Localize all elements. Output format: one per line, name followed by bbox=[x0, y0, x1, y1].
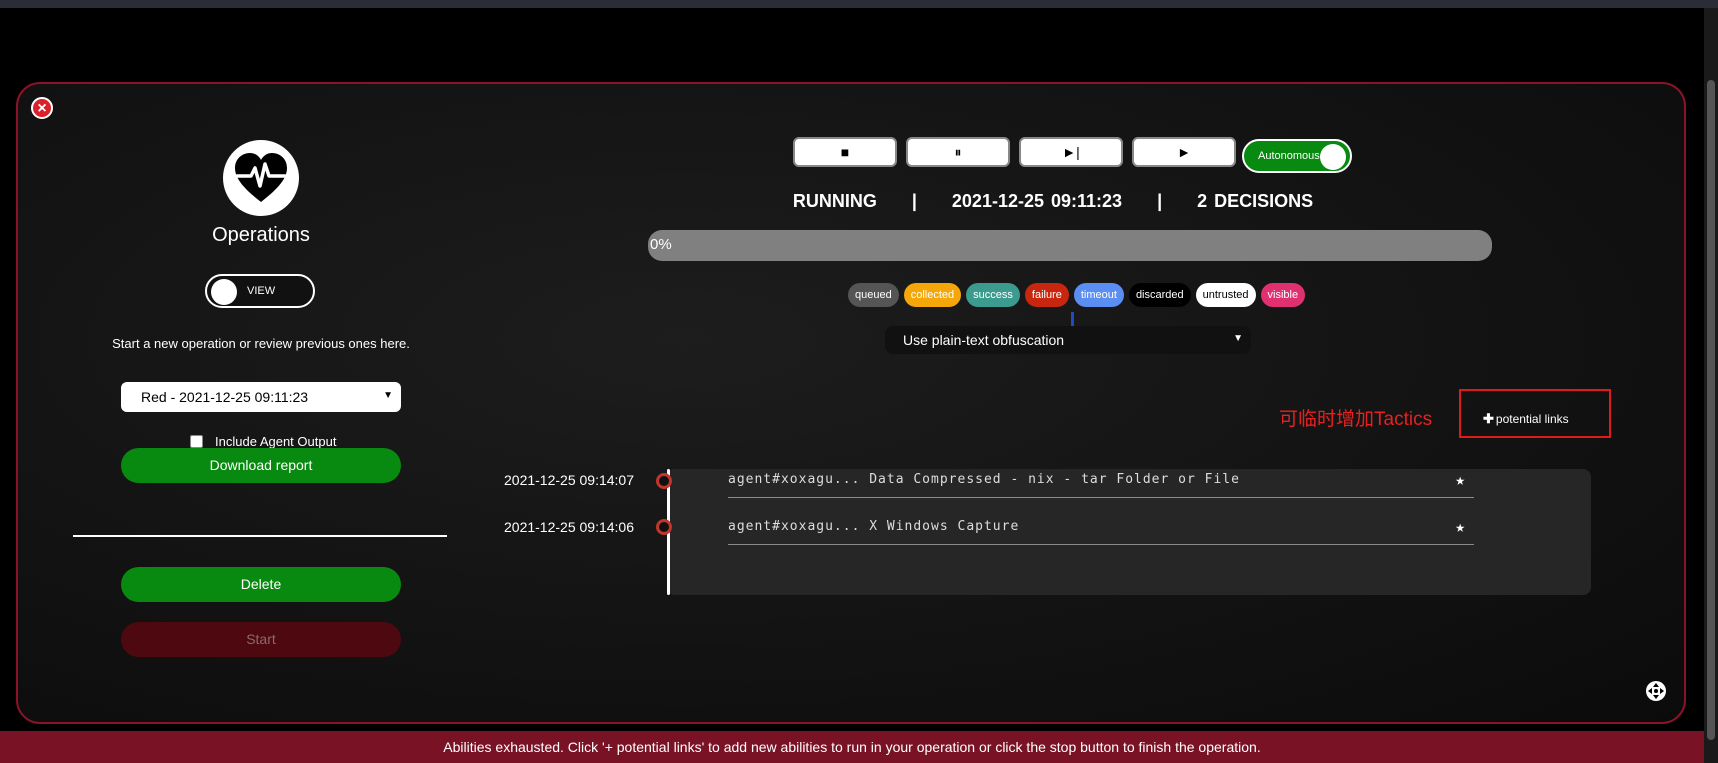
step-icon: ►| bbox=[1062, 144, 1080, 160]
toggle-knob bbox=[211, 279, 237, 305]
page-title: Operations bbox=[212, 224, 310, 246]
scrollbar[interactable] bbox=[1704, 8, 1718, 763]
annotation-highlight-box: ✚ potential links bbox=[1459, 389, 1611, 438]
operation-status: RUNNING | 2021-12-25 09:11:23 | 2 DECISI… bbox=[668, 191, 1438, 212]
operation-select-value: Red - 2021-12-25 09:11:23 bbox=[141, 389, 309, 405]
operation-select[interactable]: Red - 2021-12-25 09:11:23 ▼ bbox=[121, 382, 401, 412]
status-legend: queued collected success failure timeout disc… bbox=[848, 283, 1306, 307]
stop-button[interactable]: ■ bbox=[793, 137, 897, 167]
legend-chip-untrusted: untrusted bbox=[1195, 283, 1256, 307]
status-separator: | bbox=[911, 191, 917, 211]
timeline-link-row[interactable]: agent#xoxagu... X Windows Capture ★ bbox=[728, 517, 1474, 545]
heartbeat-logo-icon bbox=[223, 140, 299, 216]
potential-links-label: potential links bbox=[1495, 412, 1569, 426]
operations-panel: × Operations VIEW Start a new operation … bbox=[16, 82, 1686, 724]
autonomous-label: Autonomous bbox=[1258, 150, 1320, 162]
view-toggle[interactable]: VIEW bbox=[205, 274, 315, 308]
status-decisions: 2 DECISIONS bbox=[1197, 191, 1314, 211]
star-icon[interactable]: ★ bbox=[1455, 517, 1466, 536]
play-button[interactable]: ► bbox=[1132, 137, 1236, 167]
view-toggle-label: VIEW bbox=[247, 285, 276, 297]
pause-icon: ⏸ bbox=[954, 144, 962, 160]
legend-chip-timeout: timeout bbox=[1073, 283, 1124, 307]
timeline-node[interactable] bbox=[656, 519, 672, 535]
timeline-timestamp: 2021-12-25 09:14:07 bbox=[504, 472, 634, 488]
legend-chip-failure: failure bbox=[1024, 283, 1069, 307]
legend-chip-queued: queued bbox=[848, 283, 899, 307]
chevron-down-icon: ▼ bbox=[1233, 333, 1243, 344]
intro-text: Start a new operation or review previous… bbox=[112, 336, 410, 351]
legend-chip-discarded: discarded bbox=[1128, 283, 1191, 307]
delete-button[interactable]: Delete bbox=[121, 567, 401, 602]
status-message-bar: Abilities exhausted. Click '+ potential … bbox=[0, 731, 1704, 763]
stop-icon: ■ bbox=[840, 144, 850, 160]
obfuscation-select-value: Use plain-text obfuscation bbox=[903, 332, 1065, 348]
divider bbox=[73, 535, 447, 537]
status-separator: | bbox=[1157, 191, 1163, 211]
status-timestamp: 2021-12-25 09:11:23 bbox=[951, 191, 1123, 211]
include-agent-output-row: Include Agent Output bbox=[190, 434, 336, 449]
play-icon: ► bbox=[1177, 144, 1191, 160]
autonomous-toggle[interactable]: Autonomous bbox=[1242, 139, 1352, 173]
move-icon[interactable] bbox=[1645, 680, 1667, 702]
progress-label: 0% bbox=[650, 236, 672, 253]
include-agent-output-label: Include Agent Output bbox=[215, 434, 337, 449]
legend-chip-visible: visible bbox=[1260, 283, 1306, 307]
chevron-down-icon: ▼ bbox=[383, 390, 393, 401]
star-icon[interactable]: ★ bbox=[1455, 470, 1466, 489]
timeline-node[interactable] bbox=[656, 473, 672, 489]
pause-button[interactable]: ⏸ bbox=[906, 137, 1010, 167]
download-report-button[interactable]: Download report bbox=[121, 448, 401, 483]
legend-chip-success: success bbox=[966, 283, 1020, 307]
potential-links-button[interactable]: ✚ potential links bbox=[1483, 411, 1569, 427]
scrollbar-thumb[interactable] bbox=[1707, 80, 1715, 740]
timeline-link-row[interactable]: agent#xoxagu... Data Compressed - nix - … bbox=[728, 470, 1474, 498]
plus-icon: ✚ bbox=[1483, 411, 1494, 426]
step-button[interactable]: ►| bbox=[1019, 137, 1123, 167]
status-state: RUNNING bbox=[792, 191, 877, 211]
progress-bar: 0% bbox=[648, 230, 1492, 261]
include-agent-output-checkbox[interactable] bbox=[190, 435, 203, 448]
link-text: agent#xoxagu... Data Compressed - nix - … bbox=[728, 472, 1240, 487]
legend-chip-collected: collected bbox=[903, 283, 962, 307]
toggle-knob bbox=[1320, 144, 1346, 170]
start-button[interactable]: Start bbox=[121, 622, 401, 657]
link-text: agent#xoxagu... X Windows Capture bbox=[728, 519, 1020, 534]
obfuscation-select[interactable]: Use plain-text obfuscation ▼ bbox=[885, 326, 1251, 354]
left-column: Operations VIEW Start a new operation or… bbox=[18, 84, 518, 724]
browser-top-bar bbox=[0, 0, 1718, 8]
timeline-timestamp: 2021-12-25 09:14:06 bbox=[504, 519, 634, 535]
annotation-text: 可临时增加Tactics bbox=[1279, 409, 1433, 430]
